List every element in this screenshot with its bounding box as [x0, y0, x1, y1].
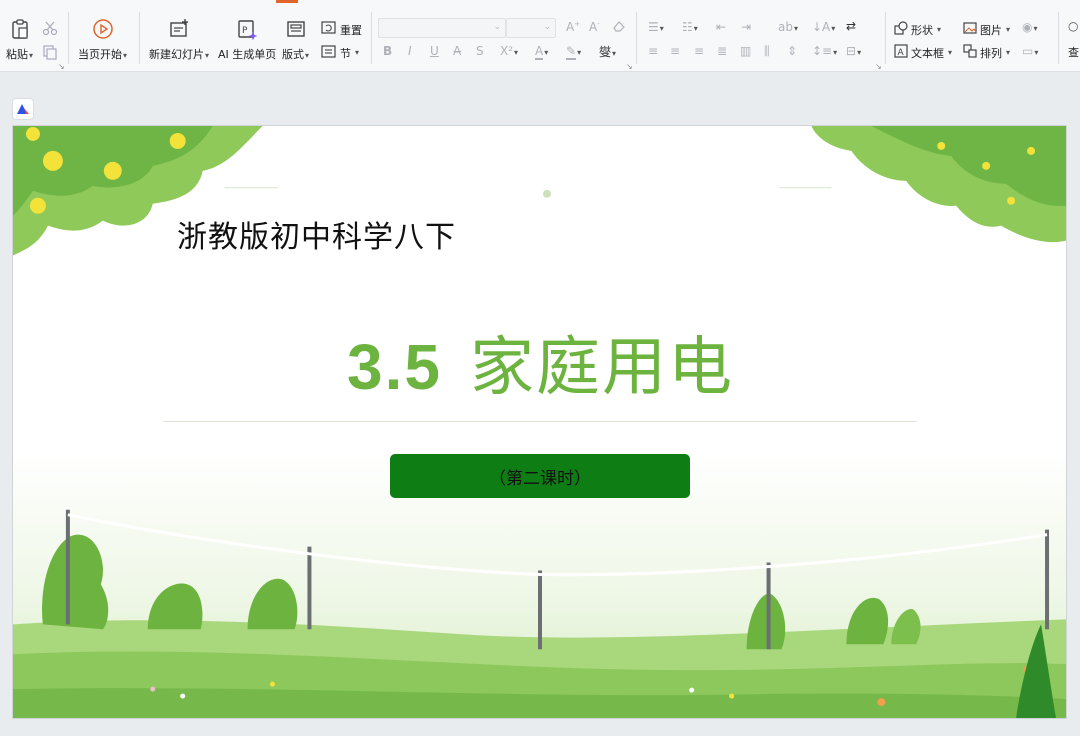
- clipboard-icon: [9, 18, 31, 40]
- paragraph-spacing-icon[interactable]: ↕≡▾: [812, 44, 837, 58]
- new-slide-icon: [168, 18, 190, 40]
- convert-icon[interactable]: ⇄: [846, 19, 856, 33]
- layout-label: 版式: [282, 48, 304, 61]
- distribute-icon[interactable]: ▥: [740, 44, 751, 58]
- section-label: 节: [340, 46, 351, 60]
- separator: [371, 12, 372, 64]
- foliage-top-right: [811, 126, 1066, 243]
- picture-button[interactable]: 图片 ▾: [963, 21, 1010, 38]
- search-icon[interactable]: ○: [1068, 19, 1078, 33]
- paste-button[interactable]: 粘贴▾: [6, 18, 33, 62]
- title-text: 家庭用电: [469, 331, 734, 405]
- reset-button[interactable]: 重置: [321, 21, 362, 38]
- play-label: 当页开始: [78, 48, 122, 61]
- arrange-icon: [963, 44, 977, 61]
- slide-1[interactable]: 浙教版初中科学八下 3.5 家庭用电 （第二课时）: [12, 125, 1067, 719]
- lesson-period-badge[interactable]: （第二课时）: [390, 454, 690, 498]
- clear-format-icon[interactable]: [612, 19, 626, 36]
- section-button[interactable]: 节 ▾: [321, 44, 359, 61]
- font-expand-icon[interactable]: ↘: [626, 62, 633, 71]
- outline-icon[interactable]: ▭▾: [1022, 44, 1038, 58]
- increase-font-icon[interactable]: A+: [566, 20, 580, 34]
- paragraph-expand-icon[interactable]: ↘: [875, 62, 882, 71]
- separator: [1058, 12, 1059, 64]
- clipboard-expand-icon[interactable]: ↘: [58, 62, 65, 71]
- title-divider: [163, 421, 917, 422]
- separator: [885, 12, 886, 64]
- ribbon-toolbar: 粘贴▾ ↘ 当页开始▾ 新建幻灯片▾ P AI 生成单页 版式▾ 重置 节 ▾ …: [0, 0, 1080, 72]
- textbox-label: 文本框: [911, 46, 944, 60]
- column-icon[interactable]: ⫼: [764, 44, 770, 59]
- slide-subtitle-top[interactable]: 浙教版初中科学八下: [177, 212, 456, 256]
- line-spacing-icon[interactable]: ⇕: [787, 44, 797, 58]
- paste-label: 粘贴: [6, 48, 28, 61]
- underline-icon[interactable]: U: [430, 44, 439, 58]
- separator: [636, 12, 637, 64]
- fill-icon[interactable]: ◉▾: [1022, 20, 1038, 34]
- editor-canvas: 浙教版初中科学八下 3.5 家庭用电 （第二课时）: [0, 72, 1080, 736]
- decrease-font-icon[interactable]: A-: [589, 20, 600, 34]
- reset-label: 重置: [340, 23, 362, 37]
- chevron-down-icon: ⌄: [493, 22, 501, 32]
- bullet-list-icon[interactable]: ☰▾: [648, 20, 664, 34]
- lesson-period-label: （第二课时）: [489, 468, 591, 489]
- font-color-icon[interactable]: A▾: [535, 44, 548, 60]
- find-button[interactable]: 查: [1068, 44, 1079, 60]
- layout-icon: [285, 18, 307, 40]
- new-slide-label: 新建幻灯片: [149, 48, 204, 61]
- picture-label: 图片: [980, 23, 1002, 37]
- separator: [68, 12, 69, 64]
- textbox-button[interactable]: A 文本框 ▾: [894, 44, 952, 61]
- slide-main-title[interactable]: 3.5 家庭用电: [13, 316, 1066, 408]
- shape-button[interactable]: 形状 ▾: [894, 21, 941, 38]
- numbered-list-icon[interactable]: ☷▾: [682, 20, 698, 34]
- chevron-down-icon: ⌄: [543, 22, 551, 32]
- align-center-icon[interactable]: ≡: [670, 44, 680, 58]
- align-right-icon[interactable]: ≡: [694, 44, 704, 58]
- bold-icon[interactable]: B: [383, 44, 392, 58]
- svg-text:P: P: [242, 26, 248, 36]
- arrange-label: 排列: [980, 46, 1002, 60]
- align-left-icon[interactable]: ≡: [648, 44, 658, 58]
- italic-icon[interactable]: I: [408, 44, 412, 58]
- justify-icon[interactable]: ≣: [717, 44, 727, 58]
- active-tab-indicator: [276, 0, 298, 3]
- play-from-current-button[interactable]: 当页开始▾: [78, 18, 127, 62]
- textbox-icon: A: [894, 44, 908, 61]
- superscript-icon[interactable]: X²▾: [500, 44, 518, 58]
- increase-indent-icon[interactable]: ⇥: [741, 20, 751, 34]
- ai-generate-page-button[interactable]: P AI 生成单页: [218, 18, 276, 62]
- strikethrough-icon[interactable]: A̶: [453, 44, 461, 58]
- layout-button[interactable]: 版式▾: [282, 18, 309, 62]
- highlight-icon[interactable]: ✎▾: [566, 44, 581, 60]
- find-label: 查: [1068, 46, 1079, 59]
- ai-page-label: AI 生成单页: [218, 48, 277, 61]
- text-direction-icon[interactable]: ab▾: [778, 20, 798, 34]
- picture-icon: [963, 21, 977, 38]
- cut-icon[interactable]: [42, 20, 58, 39]
- svg-text:A: A: [898, 48, 905, 58]
- ai-assistant-icon[interactable]: [12, 98, 34, 120]
- vertical-align-icon[interactable]: ⊟▾: [846, 44, 861, 58]
- font-size-select[interactable]: ⌄: [506, 18, 556, 38]
- copy-icon[interactable]: [42, 44, 58, 63]
- sort-icon[interactable]: ↓A▾: [812, 20, 835, 34]
- slide-background-illustration: [13, 126, 1066, 718]
- decrease-indent-icon[interactable]: ⇤: [716, 20, 726, 34]
- arrange-button[interactable]: 排列 ▾: [963, 44, 1010, 61]
- new-slide-button[interactable]: 新建幻灯片▾: [149, 18, 209, 62]
- title-number: 3.5: [347, 331, 442, 403]
- font-family-select[interactable]: ⌄: [378, 18, 506, 38]
- reset-icon: [321, 21, 337, 38]
- phonetic-icon[interactable]: 燮▾: [599, 43, 616, 60]
- section-icon: [321, 44, 337, 61]
- ai-page-icon: P: [236, 18, 258, 40]
- shadow-icon[interactable]: S: [476, 44, 484, 58]
- shape-label: 形状: [911, 23, 933, 37]
- play-icon: [92, 18, 114, 40]
- separator: [139, 12, 140, 64]
- shape-icon: [894, 21, 908, 38]
